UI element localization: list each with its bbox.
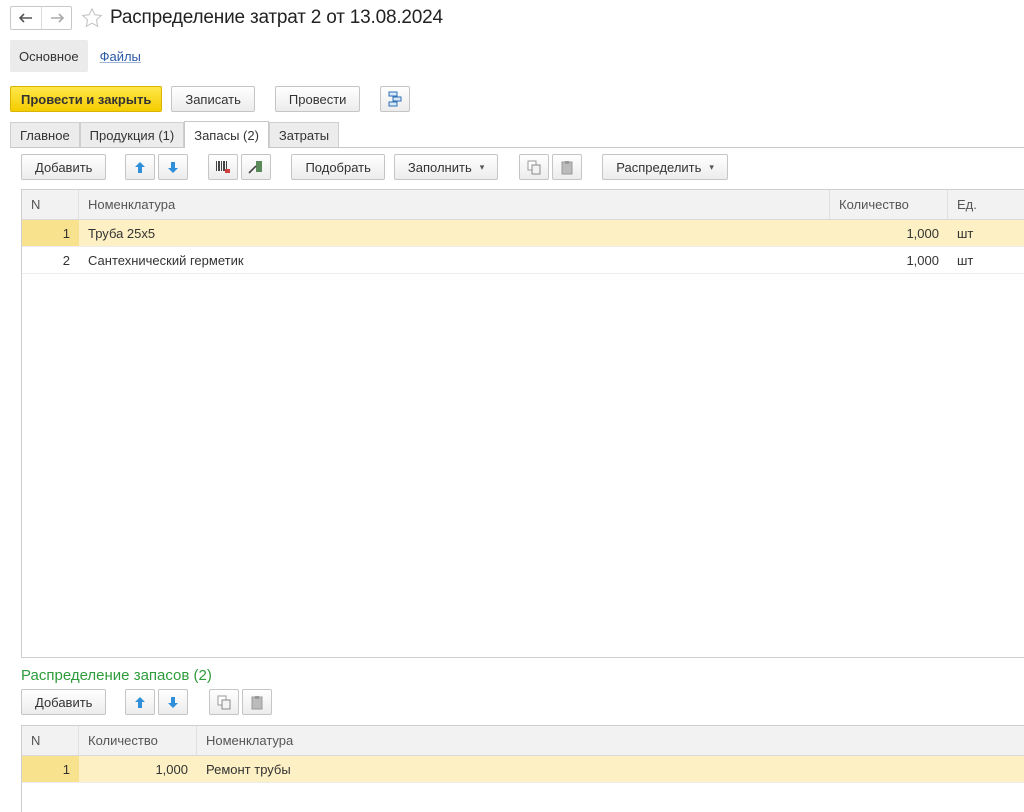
fill-dropdown-button[interactable]: Заполнить ▾ (393, 154, 499, 180)
move-down-button[interactable] (158, 689, 189, 715)
command-bar: Провести и закрыть Записать Провести (10, 85, 411, 113)
section-files-link[interactable]: Файлы (100, 49, 141, 64)
document-structure-button[interactable] (380, 86, 411, 112)
document-title: Распределение затрат 2 от 13.08.2024 (110, 7, 443, 28)
add-distribution-button[interactable]: Добавить (21, 689, 107, 715)
column-header-item[interactable]: Номенклатура (79, 190, 830, 219)
move-up-button[interactable] (125, 689, 156, 715)
column-header-unit[interactable]: Ед. (948, 190, 1024, 219)
barcode-buttons (208, 154, 272, 180)
table-row[interactable]: 1 Труба 25х5 1,000 шт (22, 220, 1024, 247)
document-structure-icon (388, 91, 402, 107)
clipboard-buttons (519, 154, 583, 180)
move-up-button[interactable] (125, 154, 156, 180)
star-icon (81, 7, 103, 28)
row-quantity: 1,000 (155, 761, 188, 777)
post-button[interactable]: Провести (274, 86, 361, 112)
section-bar: Основное Файлы (10, 40, 141, 72)
arrow-down-icon (168, 161, 179, 173)
title-bar: Распределение затрат 2 от 13.08.2024 (10, 4, 443, 32)
distribute-dropdown-button[interactable]: Распределить ▾ (602, 154, 728, 180)
navigation-group (10, 6, 72, 30)
row-quantity: 1,000 (906, 225, 939, 241)
tab-products[interactable]: Продукция (1) (79, 122, 185, 147)
barcode-icon (216, 161, 231, 173)
copy-icon (217, 695, 231, 709)
fill-label: Заполнить (407, 159, 472, 175)
barcode-button[interactable] (208, 154, 239, 180)
move-buttons (125, 154, 189, 180)
column-header-quantity[interactable]: Количество (79, 726, 197, 755)
distribution-section-title: Распределение запасов (2) (21, 667, 212, 684)
paste-button[interactable] (242, 689, 273, 715)
move-buttons (125, 689, 189, 715)
row-number: 2 (62, 252, 70, 268)
stock-table: N Номенклатура Количество Ед. 1 Труба 25… (21, 189, 1024, 658)
arrow-right-icon (50, 13, 64, 23)
stock-toolbar: Добавить Подобрать Заполнить ▾ Распредел… (21, 153, 728, 181)
back-button[interactable] (11, 7, 41, 29)
page-tabs: Главное Продукция (1) Запасы (2) Затраты (10, 121, 1024, 148)
chevron-down-icon: ▾ (479, 161, 485, 172)
row-item: Сантехнический герметик (88, 252, 244, 268)
row-item: Ремонт трубы (206, 761, 291, 777)
move-down-button[interactable] (158, 154, 189, 180)
column-header-n[interactable]: N (22, 190, 79, 219)
row-unit: шт (957, 252, 974, 268)
column-header-quantity[interactable]: Количество (830, 190, 948, 219)
arrow-up-icon (135, 161, 146, 173)
arrow-left-icon (19, 13, 32, 23)
copy-button[interactable] (519, 154, 550, 180)
pick-button[interactable]: Подобрать (291, 154, 385, 180)
save-button[interactable]: Записать (171, 86, 255, 112)
table-row[interactable]: 2 Сантехнический герметик 1,000 шт (22, 247, 1024, 274)
table-header: N Номенклатура Количество Ед. (22, 190, 1024, 220)
post-and-close-button[interactable]: Провести и закрыть (10, 86, 163, 112)
tab-main[interactable]: Главное (10, 122, 80, 147)
distribution-toolbar: Добавить (21, 688, 273, 716)
tab-stock[interactable]: Запасы (2) (184, 121, 269, 148)
favorite-button[interactable] (80, 6, 104, 30)
paste-icon (251, 695, 263, 709)
chevron-down-icon: ▾ (709, 161, 714, 172)
column-header-item[interactable]: Номенклатура (197, 726, 1024, 755)
copy-icon (527, 160, 541, 174)
distribute-label: Распределить (616, 159, 702, 175)
section-main[interactable]: Основное (10, 40, 88, 72)
paste-icon (561, 160, 573, 174)
copy-button[interactable] (209, 689, 240, 715)
scanner-button[interactable] (241, 154, 272, 180)
clipboard-buttons (209, 689, 273, 715)
forward-button[interactable] (41, 7, 71, 29)
row-number: 1 (22, 756, 79, 782)
table-row[interactable]: 1 1,000 Ремонт трубы (22, 756, 1024, 783)
table-header: N Количество Номенклатура (22, 726, 1024, 756)
row-number: 1 (22, 220, 79, 246)
row-quantity: 1,000 (906, 252, 939, 268)
add-stock-button[interactable]: Добавить (21, 154, 107, 180)
row-item: Труба 25х5 (88, 225, 156, 241)
tab-costs[interactable]: Затраты (268, 122, 340, 147)
row-unit: шт (957, 225, 974, 241)
distribution-table: N Количество Номенклатура 1 1,000 Ремонт… (21, 725, 1024, 812)
scanner-icon (248, 161, 263, 174)
arrow-up-icon (135, 696, 146, 708)
arrow-down-icon (168, 696, 179, 708)
column-header-n[interactable]: N (22, 726, 79, 755)
paste-button[interactable] (552, 154, 583, 180)
